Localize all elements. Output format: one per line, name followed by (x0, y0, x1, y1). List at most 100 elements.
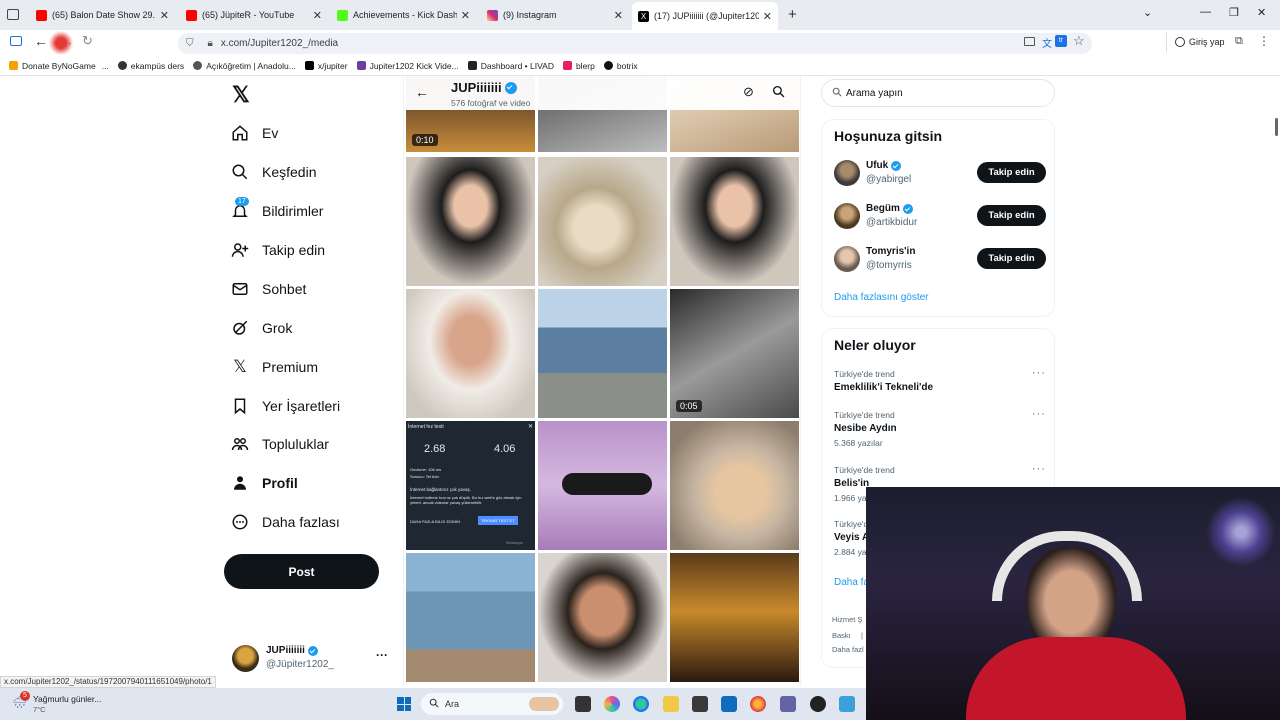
tab-kick-dashboard[interactable]: Achievements - Kick Dashboard ✕ (331, 4, 476, 26)
favorite-star-icon[interactable]: ☆ (1073, 33, 1085, 49)
reload-icon[interactable]: ↻ (82, 33, 93, 49)
media-tile[interactable] (538, 421, 667, 550)
nav-home[interactable]: Ev (230, 123, 278, 143)
media-tile[interactable] (538, 157, 667, 286)
bookmark-acikogretim[interactable]: Açıköğretim | Anadolu... (193, 61, 296, 71)
grok-search-icon[interactable]: ⊘ (743, 84, 754, 100)
follow-button[interactable]: Takip edin (977, 205, 1046, 226)
footer-print-link[interactable]: Baskı (832, 631, 851, 640)
tab-balon-date[interactable]: (65) Balon Date Show 29. Bölüm ✕ (30, 4, 175, 26)
bookmark-donate[interactable]: Donate ByNoGame (9, 61, 96, 71)
tab-instagram[interactable]: (9) Instagram ✕ (481, 4, 629, 26)
follow-button[interactable]: Takip edin (977, 162, 1046, 183)
signin-button[interactable]: Giriş yap (1175, 37, 1225, 47)
media-tile[interactable] (670, 157, 799, 286)
media-tile-speedtest[interactable]: İnternet hız testi 2.68 4.06 Gecikme: 10… (406, 421, 535, 550)
tab-jupiter-youtube[interactable]: (65) JüpiteR - YouTube ✕ (180, 4, 328, 26)
nav-communities[interactable]: Topluluklar (230, 434, 329, 454)
extensions-icon[interactable]: ⧉ (1235, 35, 1243, 48)
follow-button[interactable]: Takip edin (977, 248, 1046, 269)
lock-icon[interactable]: 🔒︎ (208, 38, 213, 49)
search-icon[interactable] (772, 85, 785, 103)
media-tile[interactable] (670, 553, 799, 682)
start-icon[interactable] (397, 697, 411, 711)
bookmark-ekampus[interactable]: ekampüs ders (117, 61, 184, 71)
app-icon[interactable] (839, 696, 855, 712)
suggestion-tomyris[interactable]: Tomyris'in @tomyrris Takip edin (834, 244, 1046, 276)
nav-premium[interactable]: 𝕏 Premium (230, 357, 318, 377)
media-tile[interactable] (538, 289, 667, 418)
address-bar[interactable]: ⛉ 🔒︎ x.com/Jupiter1202_/media (178, 33, 1092, 54)
show-more-link[interactable]: Daha fazlasını göster (834, 292, 929, 303)
nav-chat[interactable]: Sohbet (230, 279, 306, 299)
nav-grok[interactable]: Grok (230, 318, 292, 338)
menu-icon[interactable]: ⋮ (1258, 34, 1270, 48)
trend-more-icon[interactable]: ··· (1032, 463, 1046, 475)
close-tab-icon[interactable]: ✕ (461, 9, 470, 22)
new-tab-button[interactable]: + (788, 6, 797, 23)
tab-x-profile[interactable]: X (17) JUPiiiiiii (@Jupiter1202_) / X ✕ (632, 2, 778, 30)
maximize-icon[interactable]: ❐ (1229, 6, 1239, 19)
outlook-icon[interactable] (721, 696, 737, 712)
task-view-icon[interactable] (575, 696, 591, 712)
obs-icon[interactable] (810, 696, 826, 712)
search-input[interactable]: Arama yapın (821, 79, 1055, 107)
trend-count: 5.368 yazılar (834, 438, 883, 448)
nav-more[interactable]: Daha fazlası (230, 512, 340, 532)
minimize-icon[interactable]: — (1200, 6, 1211, 18)
show-more-trends-link[interactable]: Daha fa (834, 577, 869, 588)
media-tile[interactable] (406, 553, 535, 682)
translate-icon[interactable]: 文 (1042, 35, 1052, 50)
back-icon[interactable]: ← (34, 33, 48, 49)
close-tab-icon[interactable]: ✕ (614, 9, 623, 22)
taskbar-search[interactable]: Ara (421, 693, 563, 715)
bookmark-blerp[interactable]: blerp (562, 61, 595, 71)
media-tile[interactable] (406, 157, 535, 286)
account-switcher[interactable]: JUPiiiiiii @Jüpiter1202_ ··· (232, 644, 392, 676)
trend-item[interactable]: Türkiye'de trend Emeklilik'i Tekneli'de … (834, 367, 1046, 393)
close-window-icon[interactable]: ✕ (1257, 6, 1266, 19)
nav-bookmarks[interactable]: Yer İşaretleri (230, 396, 340, 416)
nav-explore[interactable]: Keşfedin (230, 162, 316, 182)
shield-icon[interactable]: ⛉ (186, 38, 194, 49)
suggestion-begum[interactable]: Begüm @artikbidur Takip edin (834, 201, 1046, 233)
footer-terms-link[interactable]: Hizmet Ş (832, 615, 862, 624)
post-button[interactable]: Post (224, 554, 379, 589)
back-arrow-icon[interactable]: ← (415, 84, 429, 100)
copilot-icon[interactable] (604, 696, 620, 712)
close-tab-icon[interactable]: ✕ (763, 10, 772, 23)
media-tile[interactable] (670, 421, 799, 550)
nav-follow[interactable]: Takip edin (230, 240, 325, 260)
x-logo-icon[interactable]: 𝕏 (232, 84, 250, 106)
media-tile[interactable] (538, 553, 667, 682)
trend-item[interactable]: Türkiye'de trend Nesibe Aydın 5.368 yazı… (834, 408, 1046, 448)
bookmark-ellipsis[interactable]: ... (102, 61, 109, 71)
media-tile[interactable] (406, 289, 535, 418)
bookmark-livad[interactable]: Dashboard • LIVAD (467, 61, 554, 71)
translate-badge[interactable]: tr (1055, 35, 1067, 47)
file-explorer-icon[interactable] (663, 696, 679, 712)
nav-notifications[interactable]: 17 Bildirimler (230, 197, 323, 221)
firefox-icon[interactable] (750, 696, 766, 712)
weather-text[interactable]: Yağmurlu günler... (33, 694, 101, 704)
bookmark-x-jupiter[interactable]: x/jupiter (304, 61, 348, 71)
media-tile[interactable]: 0:05 (670, 289, 799, 418)
bookmark-kick-videos[interactable]: Jupiter1202 Kick Vide... (356, 61, 459, 71)
reader-view-icon[interactable] (1024, 37, 1035, 46)
store-icon[interactable] (692, 696, 708, 712)
account-more-icon[interactable]: ··· (376, 648, 388, 662)
trend-more-icon[interactable]: ··· (1032, 367, 1046, 379)
suggestion-ufuk[interactable]: Ufuk @yabirgel Takip edin (834, 158, 1046, 190)
footer-more-link[interactable]: Daha fazl (832, 645, 864, 654)
bookmark-botrix[interactable]: botrix (603, 61, 638, 71)
trend-more-icon[interactable]: ··· (1032, 408, 1046, 420)
edge-icon[interactable] (633, 696, 649, 712)
close-tab-icon[interactable]: ✕ (313, 9, 322, 22)
tab-list-chevron-icon[interactable]: ⌄ (1143, 6, 1152, 19)
nav-profile[interactable]: Profil (230, 473, 298, 493)
page-scrollbar[interactable] (1275, 118, 1278, 136)
sidebar-toggle-icon[interactable] (10, 36, 22, 46)
teams-icon[interactable] (780, 696, 796, 712)
close-tab-icon[interactable]: ✕ (160, 9, 169, 22)
tab-overview-icon[interactable] (7, 9, 19, 20)
